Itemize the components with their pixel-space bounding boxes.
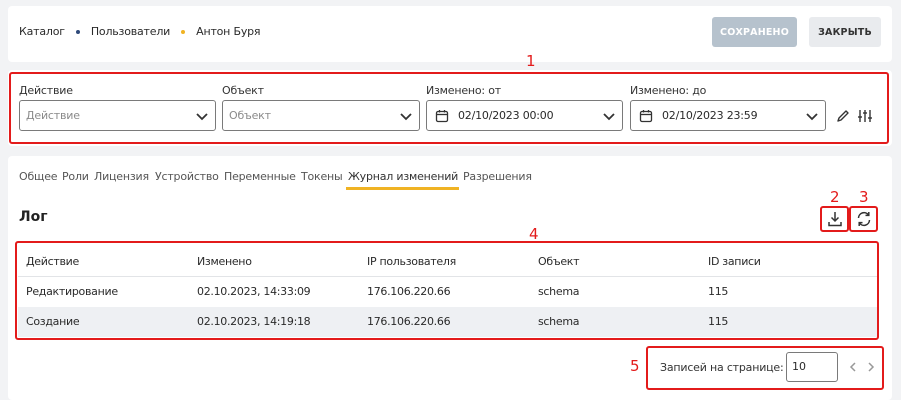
tab-device[interactable]: Устройство — [155, 170, 219, 183]
breadcrumb-catalog[interactable]: Каталог — [19, 25, 65, 38]
table-cell-object: schema — [538, 285, 580, 298]
download-button[interactable] — [822, 207, 848, 231]
table-cell-user-ip: 176.106.220.66 — [367, 285, 451, 298]
action-select-placeholder: Действие — [26, 109, 80, 122]
changed-to-datepicker[interactable]: 02/10/2023 23:59 — [630, 100, 826, 131]
tab-general[interactable]: Общее — [19, 170, 58, 183]
column-header-action: Действие — [26, 255, 79, 268]
changed-from-datepicker[interactable]: 02/10/2023 00:00 — [426, 100, 623, 131]
annotation-number-3: 3 — [859, 188, 869, 206]
filter-settings-button[interactable] — [852, 104, 878, 128]
saved-button[interactable]: СОХРАНЕНО — [712, 17, 797, 47]
pencil-icon — [837, 110, 849, 122]
tab-change-log[interactable]: Журнал изменений — [348, 170, 458, 183]
refresh-icon — [857, 211, 871, 227]
column-header-record-id: ID записи — [708, 255, 761, 268]
calendar-icon — [435, 109, 449, 122]
close-button[interactable]: ЗАКРЫТЬ — [809, 17, 881, 47]
chevron-left-icon — [849, 362, 856, 372]
sliders-icon — [858, 110, 872, 122]
changed-from-value: 02/10/2023 00:00 — [458, 109, 554, 122]
chevron-down-icon — [603, 113, 615, 121]
breadcrumb-separator-dot — [181, 30, 186, 34]
table-cell-user-ip: 176.106.220.66 — [367, 315, 451, 328]
tab-variables[interactable]: Переменные — [224, 170, 296, 183]
chevron-down-icon — [196, 113, 208, 121]
chevron-right-icon — [868, 362, 875, 372]
refresh-button[interactable] — [851, 207, 877, 231]
annotation-number-5: 5 — [630, 357, 640, 375]
tab-license[interactable]: Лицензия — [94, 170, 149, 183]
column-header-changed: Изменено — [197, 255, 252, 268]
breadcrumb-current-user: Антон Буря — [196, 25, 261, 38]
breadcrumb-users[interactable]: Пользователи — [91, 25, 170, 38]
log-title: Лог — [19, 209, 48, 225]
per-page-label: Записей на странице: — [660, 361, 784, 374]
tab-tokens[interactable]: Токены — [301, 170, 343, 183]
per-page-value: 10 — [792, 360, 806, 373]
tab-permissions[interactable]: Разрешения — [463, 170, 532, 183]
breadcrumb: Каталог Пользователи Антон Буря — [19, 25, 261, 38]
table-cell-action: Редактирование — [26, 285, 118, 298]
table-row[interactable]: Редактирование 02.10.2023, 14:33:09 176.… — [18, 277, 878, 307]
column-header-object: Объект — [538, 255, 580, 268]
table-cell-record-id: 115 — [708, 285, 729, 298]
annotation-number-2: 2 — [830, 188, 840, 206]
chevron-down-icon — [806, 113, 818, 121]
table-cell-record-id: 115 — [708, 315, 729, 328]
action-filter-label: Действие — [19, 84, 73, 97]
object-select-placeholder: Объект — [229, 109, 271, 122]
table-cell-object: schema — [538, 315, 580, 328]
table-cell-changed: 02.10.2023, 14:33:09 — [197, 285, 311, 298]
table-cell-changed: 02.10.2023, 14:19:18 — [197, 315, 311, 328]
column-header-user-ip: IP пользователя — [367, 255, 456, 268]
object-select[interactable]: Объект — [222, 100, 420, 131]
per-page-input[interactable]: 10 — [786, 352, 838, 382]
annotation-number-1: 1 — [526, 52, 536, 70]
table-row[interactable]: Создание 02.10.2023, 14:19:18 176.106.22… — [18, 307, 878, 337]
active-tab-underline — [346, 187, 459, 190]
breadcrumb-separator-dot — [75, 30, 80, 34]
tab-roles[interactable]: Роли — [62, 170, 89, 183]
calendar-icon — [639, 109, 653, 122]
changed-to-label: Изменено: до — [630, 84, 707, 97]
prev-page-button[interactable] — [843, 355, 863, 379]
annotation-number-4: 4 — [529, 225, 539, 243]
changed-to-value: 02/10/2023 23:59 — [662, 109, 758, 122]
action-select[interactable]: Действие — [19, 100, 216, 131]
chevron-down-icon — [400, 113, 412, 121]
table-header-row: Действие Изменено IP пользователя Объект… — [18, 247, 878, 277]
object-filter-label: Объект — [222, 84, 264, 97]
table-cell-action: Создание — [26, 315, 80, 328]
download-icon — [828, 212, 842, 227]
changed-from-label: Изменено: от — [426, 84, 501, 97]
next-page-button[interactable] — [861, 355, 881, 379]
